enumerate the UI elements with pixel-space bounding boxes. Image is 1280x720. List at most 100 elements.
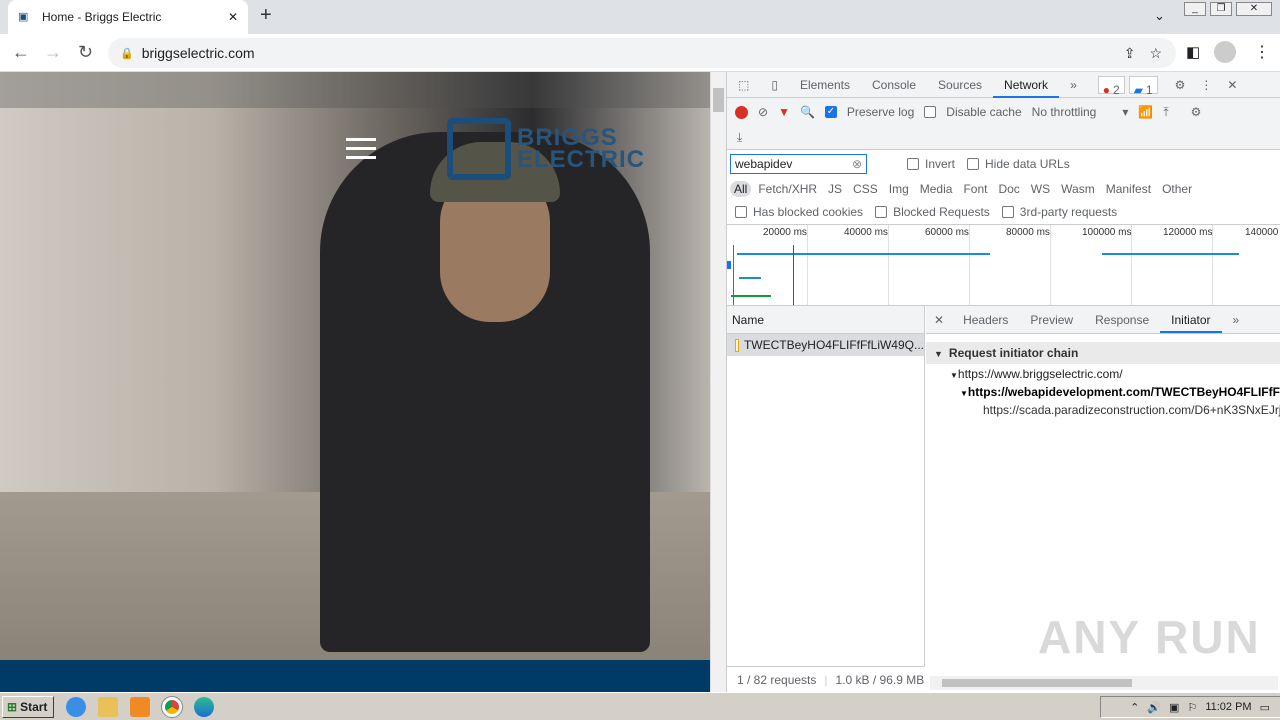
- volume-icon[interactable]: 🔊: [1147, 701, 1161, 714]
- flag-icon[interactable]: ⚐: [1187, 701, 1197, 714]
- initiator-url: https://scada.paradizeconstruction.com/D…: [983, 403, 1280, 417]
- hide-data-urls-checkbox[interactable]: [967, 158, 980, 170]
- network-conditions-icon[interactable]: 📶: [1138, 105, 1153, 119]
- blocked-cookies-checkbox[interactable]: [735, 206, 747, 218]
- transferred-size: 1.0 kB / 96.9 MB: [835, 672, 925, 687]
- detail-horizontal-scrollbar[interactable]: [930, 676, 1278, 690]
- clear-icon[interactable]: ⊘: [758, 105, 768, 119]
- messages-badge[interactable]: ▰ 1: [1128, 76, 1158, 97]
- back-icon[interactable]: ←: [12, 42, 30, 63]
- third-party-checkbox[interactable]: [1001, 206, 1014, 218]
- initiator-chain-item[interactable]: ▼https://webapidevelopment.com/TWECTBeyH…: [926, 384, 1280, 402]
- more-detail-tabs-icon[interactable]: »: [1222, 307, 1251, 333]
- filter-icon[interactable]: ▼: [778, 105, 790, 119]
- side-panel-icon[interactable]: ◧: [1186, 43, 1200, 61]
- close-devtools-icon[interactable]: ✕: [1216, 72, 1248, 98]
- type-filter-other[interactable]: Other: [1158, 181, 1196, 197]
- tab-network[interactable]: Network: [993, 72, 1060, 98]
- inspect-element-icon[interactable]: ⬚: [727, 72, 760, 98]
- type-filter-all[interactable]: All: [730, 181, 752, 197]
- edge-icon[interactable]: [194, 696, 214, 717]
- type-filter-js[interactable]: JS: [824, 181, 846, 197]
- bookmark-star-icon[interactable]: ☆: [1149, 45, 1162, 62]
- type-filter-media[interactable]: Media: [916, 181, 957, 197]
- request-row[interactable]: TWECTBeyHO4FLIFfFfLiW49Q...: [727, 334, 924, 356]
- tab-headers[interactable]: Headers: [952, 307, 1019, 333]
- record-icon[interactable]: [735, 105, 748, 119]
- more-options-icon[interactable]: ⋮: [1196, 72, 1216, 98]
- reload-icon[interactable]: ↻: [78, 42, 93, 63]
- disable-cache-checkbox[interactable]: [924, 106, 937, 118]
- restore-button[interactable]: ❐: [1210, 2, 1232, 16]
- browser-tab[interactable]: ▣ Home - Briggs Electric ✕: [8, 0, 248, 34]
- scrollbar-thumb[interactable]: [942, 679, 1132, 687]
- name-column-header[interactable]: Name: [727, 306, 924, 334]
- forward-icon[interactable]: →: [44, 42, 62, 63]
- tab-elements[interactable]: Elements: [789, 72, 861, 98]
- preserve-log-checkbox[interactable]: ✓: [824, 106, 837, 118]
- type-filter-doc[interactable]: Doc: [994, 181, 1023, 197]
- close-detail-icon[interactable]: ✕: [926, 307, 952, 333]
- windows-taskbar: ⊞ Start: [0, 692, 1280, 720]
- share-icon[interactable]: ⇪: [1124, 45, 1136, 62]
- tab-preview[interactable]: Preview: [1019, 307, 1084, 333]
- initiator-chain-item[interactable]: ▼https://www.briggselectric.com/: [926, 366, 1280, 384]
- chrome-icon[interactable]: [161, 695, 183, 718]
- hamburger-menu-icon[interactable]: [346, 138, 376, 165]
- tab-response[interactable]: Response: [1084, 307, 1160, 333]
- type-filter-manifest[interactable]: Manifest: [1102, 181, 1155, 197]
- waterfall-overview[interactable]: 20000 ms 40000 ms 60000 ms 80000 ms 1000…: [727, 224, 1280, 306]
- tray-expand-icon[interactable]: ⌃: [1130, 701, 1139, 714]
- invert-label: Invert: [925, 157, 956, 171]
- type-filter-wasm[interactable]: Wasm: [1057, 181, 1099, 197]
- more-tabs-icon[interactable]: »: [1059, 72, 1088, 98]
- clock[interactable]: 11:02 PM: [1205, 701, 1251, 713]
- devtools-main-tabs: ⬚ ▯ Elements Console Sources Network » ●…: [727, 72, 1280, 98]
- new-tab-button[interactable]: +: [260, 4, 272, 27]
- throttling-dropdown-icon[interactable]: ▾: [1122, 105, 1128, 119]
- import-har-icon[interactable]: ⤒: [1163, 105, 1168, 120]
- errors-badge[interactable]: ● 2: [1097, 76, 1125, 97]
- section-title: Request initiator chain: [948, 346, 1079, 360]
- close-window-button[interactable]: ✕: [1236, 2, 1272, 16]
- devtools-panel: ⬚ ▯ Elements Console Sources Network » ●…: [726, 72, 1280, 692]
- throttling-select[interactable]: No throttling: [1032, 105, 1097, 119]
- tab-initiator[interactable]: Initiator: [1160, 307, 1222, 333]
- scrollbar-thumb[interactable]: [713, 88, 724, 112]
- briggs-electric-logo[interactable]: BRIGGS ELECTRIC: [447, 118, 645, 180]
- settings-gear-icon[interactable]: ⚙: [1164, 72, 1197, 98]
- type-filter-font[interactable]: Font: [959, 181, 991, 197]
- tab-console[interactable]: Console: [861, 72, 927, 98]
- tab-sources[interactable]: Sources: [927, 72, 993, 98]
- waterfall-bar: [731, 295, 771, 297]
- type-filter-css[interactable]: CSS: [849, 181, 882, 197]
- explorer-icon[interactable]: [98, 696, 118, 717]
- initiator-chain-item[interactable]: https://scada.paradizeconstruction.com/D…: [926, 402, 1280, 418]
- type-filter-fetch-xhr[interactable]: Fetch/XHR: [754, 181, 821, 197]
- media-player-icon[interactable]: [130, 696, 150, 717]
- show-desktop-icon[interactable]: ▭: [1260, 701, 1270, 714]
- network-icon[interactable]: ▣: [1169, 701, 1179, 714]
- url-input[interactable]: 🔒 briggselectric.com ⇪ ☆: [108, 38, 1176, 68]
- profile-avatar[interactable]: [1214, 41, 1236, 63]
- initiator-chain-section[interactable]: ▼ Request initiator chain: [926, 342, 1280, 364]
- tab-search-icon[interactable]: ⌄: [1154, 8, 1165, 24]
- start-button[interactable]: ⊞ Start: [2, 695, 54, 718]
- close-tab-icon[interactable]: ✕: [228, 10, 238, 24]
- ie-icon[interactable]: [66, 696, 86, 717]
- type-filter-img[interactable]: Img: [885, 181, 913, 197]
- filter-value: webapidev: [735, 157, 793, 171]
- logo-mark-icon: [447, 118, 511, 180]
- blocked-requests-checkbox[interactable]: [875, 206, 888, 218]
- device-toolbar-icon[interactable]: ▯: [760, 72, 789, 98]
- search-icon[interactable]: 🔍: [800, 105, 815, 119]
- menu-icon[interactable]: ⋮: [1254, 42, 1270, 62]
- clear-filter-icon[interactable]: ⊗: [852, 157, 862, 171]
- minimize-button[interactable]: _: [1184, 2, 1206, 16]
- export-har-icon[interactable]: ⤓: [737, 130, 742, 145]
- type-filter-ws[interactable]: WS: [1027, 181, 1054, 197]
- filter-input[interactable]: webapidev ⊗: [730, 154, 867, 174]
- network-settings-icon[interactable]: ⚙: [1191, 105, 1202, 119]
- invert-checkbox[interactable]: [907, 158, 919, 170]
- page-scrollbar[interactable]: [710, 72, 726, 692]
